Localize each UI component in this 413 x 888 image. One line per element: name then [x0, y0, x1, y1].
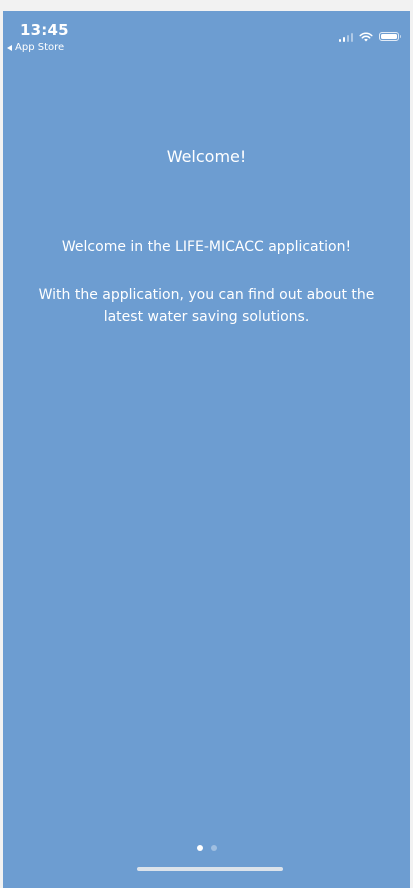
- back-arrow-icon: [7, 44, 12, 51]
- battery-icon: [379, 32, 401, 41]
- wifi-icon: [359, 27, 373, 46]
- page-dot[interactable]: [210, 845, 217, 851]
- page-dot-active[interactable]: [196, 845, 203, 851]
- status-time: 13:45: [20, 21, 69, 39]
- page-indicator[interactable]: [3, 845, 410, 851]
- welcome-paragraph: Welcome in the LIFE-MICACC application!: [61, 239, 352, 255]
- description-paragraph: With the application, you can find out a…: [38, 287, 375, 325]
- cellular-signal-icon: [338, 32, 353, 42]
- status-icons: [338, 27, 401, 46]
- back-app-label: App Store: [15, 42, 65, 53]
- onboarding-page[interactable]: 13:45 App Store Welcome! Welcome in the …: [3, 11, 410, 888]
- home-indicator[interactable]: [137, 867, 283, 871]
- screen: 13:45 App Store Welcome! Welcome in the …: [0, 0, 413, 888]
- status-bar: 13:45 App Store: [3, 11, 410, 61]
- welcome-title: Welcome!: [166, 147, 247, 166]
- back-to-app-store-link[interactable]: App Store: [7, 42, 64, 53]
